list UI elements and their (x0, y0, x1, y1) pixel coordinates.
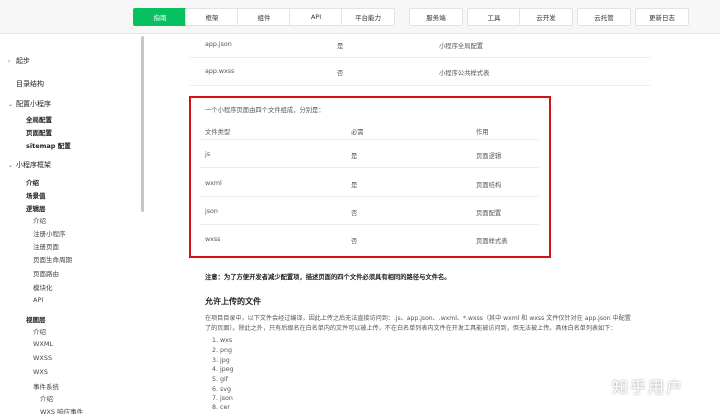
table-cell: 否 (337, 70, 344, 77)
table-row-divider (199, 139, 539, 140)
sidebar-item-wxs-events[interactable]: WXS 响应事件 (40, 406, 83, 414)
sidebar-item-page-config[interactable]: 页面配置 (26, 127, 52, 137)
list-item: 1. wxs (212, 337, 233, 344)
sidebar-item-events[interactable]: 事件系统 (33, 381, 59, 391)
table-cell: 页面结构 (476, 182, 502, 189)
sidebar-item-view-layer[interactable]: 视图层 (26, 314, 46, 324)
sidebar-item-directory[interactable]: 目录结构 (16, 79, 44, 89)
nav-item-guide[interactable]: 指南 (133, 8, 187, 26)
table-cell: 是 (351, 182, 358, 189)
list-item: 3. jpg (212, 357, 230, 364)
table-cell: 小程序全局配置 (439, 43, 484, 50)
table-cell: 是 (337, 43, 344, 50)
watermark: 知乎用户 (612, 378, 685, 397)
nav-item-changelog[interactable]: 更新日志 (635, 8, 689, 26)
nav-item-components[interactable]: 组件 (237, 8, 291, 26)
sidebar-item-wxml[interactable]: WXML (33, 340, 53, 348)
sidebar-item-page-route[interactable]: 页面路由 (33, 268, 59, 278)
table-cell: wxss (205, 236, 221, 243)
sidebar-item-api[interactable]: API (33, 296, 43, 304)
list-item: 8. cer (212, 404, 230, 411)
table-cell: 页面样式表 (476, 238, 508, 245)
table-cell: json (205, 208, 218, 215)
table-intro: 一个小程序页面由四个文件组成，分别是： (205, 107, 325, 114)
nav-item-tools[interactable]: 工具 (467, 8, 521, 26)
note-text: 注意：为了方便开发者减少配置项，描述页面的四个文件必须具有相同的路径与文件名。 (205, 274, 451, 281)
table-header: 文件类型 (205, 129, 231, 136)
table-cell: 页面配置 (476, 210, 502, 217)
sidebar-item-sitemap-config[interactable]: sitemap 配置 (26, 140, 71, 150)
table-cell: 否 (351, 238, 358, 245)
sidebar-item-page-lifecycle[interactable]: 页面生命周期 (33, 254, 72, 264)
sidebar-item-intro[interactable]: 介绍 (26, 177, 39, 187)
sidebar-item-register-page[interactable]: 注册页面 (33, 241, 59, 251)
chevron-right-icon: › (8, 58, 11, 65)
list-item: 6. svg (212, 386, 232, 393)
table-row-divider (199, 167, 539, 168)
sidebar-item-start[interactable]: › 起步 (8, 56, 30, 66)
sidebar-scrollbar[interactable] (141, 36, 144, 212)
table-header: 必需 (351, 129, 364, 136)
table-row-divider (199, 196, 539, 197)
section-paragraph: 在项目目录中，以下文件会经过编译，因此上传之后无法直接访问到：.js、app.j… (205, 315, 631, 322)
sidebar-item-wxs[interactable]: WXS (33, 368, 48, 376)
table-header: 作用 (476, 129, 489, 136)
table-cell: js (205, 151, 211, 158)
list-item: 2. png (212, 347, 232, 354)
table-cell: 小程序公共样式表 (439, 70, 490, 77)
top-navigation: 指南 框架 组件 API 平台能力 服务端 工具 云开发 云托管 更新日志 (0, 0, 720, 34)
table-row-divider (190, 85, 650, 86)
table-cell: app.json (205, 41, 232, 48)
chevron-down-icon: ⌄ (8, 162, 14, 169)
sidebar-item-events-intro[interactable]: 介绍 (40, 393, 53, 403)
table-cell: 否 (351, 210, 358, 217)
sidebar-item-global-config[interactable]: 全局配置 (26, 114, 52, 124)
section-title: 允许上传的文件 (205, 297, 261, 306)
list-item: 7. json (212, 395, 233, 402)
sidebar-item-logic-intro[interactable]: 介绍 (33, 215, 46, 225)
list-item: 5. gif (212, 376, 228, 383)
sidebar-item-modules[interactable]: 模块化 (33, 282, 53, 292)
sidebar: › 起步 目录结构 ⌄ 配置小程序 全局配置 页面配置 sitemap 配置 ⌄ 小程… (0, 34, 148, 414)
sidebar-item-framework[interactable]: ⌄ 小程序框架 (8, 160, 51, 170)
sidebar-item-view-intro[interactable]: 介绍 (33, 326, 46, 336)
nav-item-cloud-dev[interactable]: 云开发 (519, 8, 573, 26)
table-row-divider (190, 57, 650, 58)
section-paragraph: 了的页面）。除此之外，只有后缀名在白名单内的文件可以被上传，不在白名单列表内文件… (205, 325, 617, 332)
nav-item-cloud-hosting[interactable]: 云托管 (577, 8, 631, 26)
sidebar-item-config[interactable]: ⌄ 配置小程序 (8, 99, 51, 109)
nav-item-api[interactable]: API (289, 8, 343, 26)
table-cell: wxml (205, 180, 222, 187)
sidebar-item-wxss[interactable]: WXSS (33, 354, 52, 362)
sidebar-item-scene[interactable]: 场景值 (26, 190, 46, 200)
nav-item-framework[interactable]: 框架 (185, 8, 239, 26)
table-row-divider (199, 224, 539, 225)
sidebar-item-logic-layer[interactable]: 逻辑层 (26, 203, 46, 213)
highlight-box (189, 96, 551, 258)
list-item: 4. jpeg (212, 366, 234, 373)
table-cell: app.wxss (205, 68, 235, 75)
table-cell: 是 (351, 153, 358, 160)
nav-item-platform[interactable]: 平台能力 (341, 8, 395, 26)
table-cell: 页面逻辑 (476, 153, 502, 160)
chevron-down-icon: ⌄ (8, 101, 14, 108)
sidebar-item-register-app[interactable]: 注册小程序 (33, 228, 66, 238)
nav-item-server[interactable]: 服务端 (409, 8, 463, 26)
